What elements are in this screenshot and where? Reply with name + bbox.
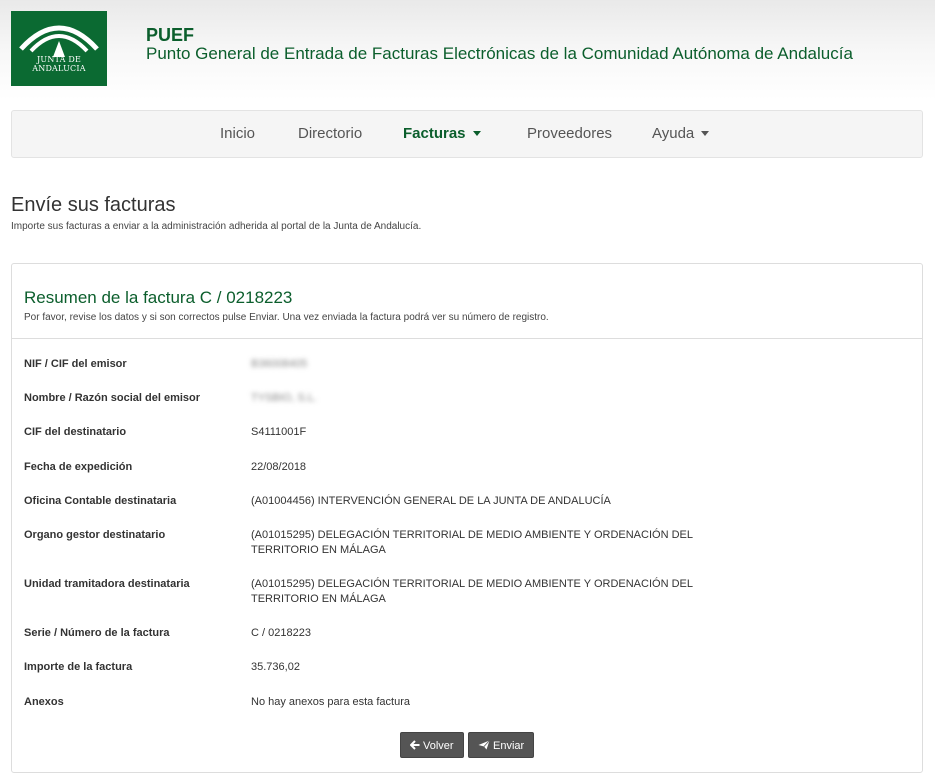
row-label-cif-destinatario: CIF del destinatario bbox=[24, 426, 127, 438]
row-value-cif-destinatario: S4111001F bbox=[251, 426, 307, 438]
back-button[interactable]: Volver bbox=[400, 732, 464, 758]
row-label-importe: Importe de la factura bbox=[24, 661, 133, 673]
send-button-label: Enviar bbox=[493, 740, 525, 752]
row-value-anexos: No hay anexos para esta factura bbox=[251, 696, 410, 708]
page-title: Envíe sus facturas bbox=[11, 194, 176, 216]
invoice-summary-title: Resumen de la factura C / 0218223 bbox=[24, 288, 293, 307]
junta-de-andalucia-logo[interactable]: JUNTA DE ANDALUCIA bbox=[11, 11, 107, 86]
row-label-organo-gestor: Organo gestor destinatario bbox=[24, 529, 166, 541]
row-value-importe: 35.736,02 bbox=[251, 661, 300, 673]
row-value-nombre-emisor: TYSBIO, S.L. bbox=[251, 392, 318, 404]
chevron-down-icon bbox=[472, 131, 481, 136]
app-name: PUEF bbox=[146, 25, 195, 45]
row-label-unidad-tramitadora: Unidad tramitadora destinataria bbox=[24, 578, 190, 590]
row-value-serie-numero: C / 0218223 bbox=[251, 627, 311, 639]
row-label-serie-numero: Serie / Número de la factura bbox=[24, 627, 170, 639]
nav-directorio[interactable]: Directorio bbox=[298, 111, 362, 157]
nav-proveedores[interactable]: Proveedores bbox=[527, 111, 612, 157]
row-value-nif-emisor: B36008405 bbox=[251, 358, 308, 370]
row-label-anexos: Anexos bbox=[24, 696, 64, 708]
paper-plane-icon bbox=[478, 740, 490, 750]
nav-directorio-label: Directorio bbox=[298, 125, 363, 142]
row-label-nombre-emisor: Nombre / Razón social del emisor bbox=[24, 392, 201, 404]
row-label-oficina-contable: Oficina Contable destinataria bbox=[24, 495, 177, 507]
row-value-organo-gestor: (A01015295) DELEGACIÓN TERRITORIAL DE ME… bbox=[251, 529, 693, 556]
nav-ayuda-label: Ayuda bbox=[652, 125, 695, 142]
row-label-fecha-expedicion: Fecha de expedición bbox=[24, 461, 133, 473]
page-subtitle: Importe sus facturas a enviar a la admin… bbox=[11, 221, 422, 232]
arrow-left-icon bbox=[409, 740, 420, 750]
nav-facturas[interactable]: Facturas bbox=[403, 111, 481, 157]
send-button[interactable]: Enviar bbox=[468, 732, 535, 758]
nav-ayuda[interactable]: Ayuda bbox=[652, 111, 710, 157]
main-navbar: Inicio Directorio Facturas Proveedores A… bbox=[11, 110, 923, 158]
row-value-fecha-expedicion: 22/08/2018 bbox=[251, 461, 307, 473]
nav-proveedores-label: Proveedores bbox=[527, 125, 613, 142]
panel-header: Resumen de la factura C / 0218223 Por fa… bbox=[12, 264, 922, 339]
invoice-summary-panel: Resumen de la factura C / 0218223 Por fa… bbox=[11, 263, 923, 773]
row-value-unidad-tramitadora: (A01015295) DELEGACIÓN TERRITORIAL DE ME… bbox=[251, 578, 693, 605]
nav-inicio[interactable]: Inicio bbox=[220, 111, 255, 157]
chevron-down-icon bbox=[701, 131, 710, 136]
back-button-label: Volver bbox=[423, 740, 454, 752]
row-value-oficina-contable: (A01004456) INTERVENCIÓN GENERAL DE LA J… bbox=[251, 495, 611, 507]
app-full-name: Punto General de Entrada de Facturas Ele… bbox=[146, 44, 853, 63]
invoice-summary-note: Por favor, revise los datos y si son cor… bbox=[24, 312, 549, 323]
nav-inicio-label: Inicio bbox=[220, 125, 256, 142]
logo-text: JUNTA DE ANDALUCIA bbox=[32, 55, 86, 73]
nav-facturas-label: Facturas bbox=[403, 125, 466, 142]
page-header: JUNTA DE ANDALUCIA PUEF Punto General de… bbox=[0, 0, 935, 100]
row-label-nif-emisor: NIF / CIF del emisor bbox=[24, 358, 127, 370]
